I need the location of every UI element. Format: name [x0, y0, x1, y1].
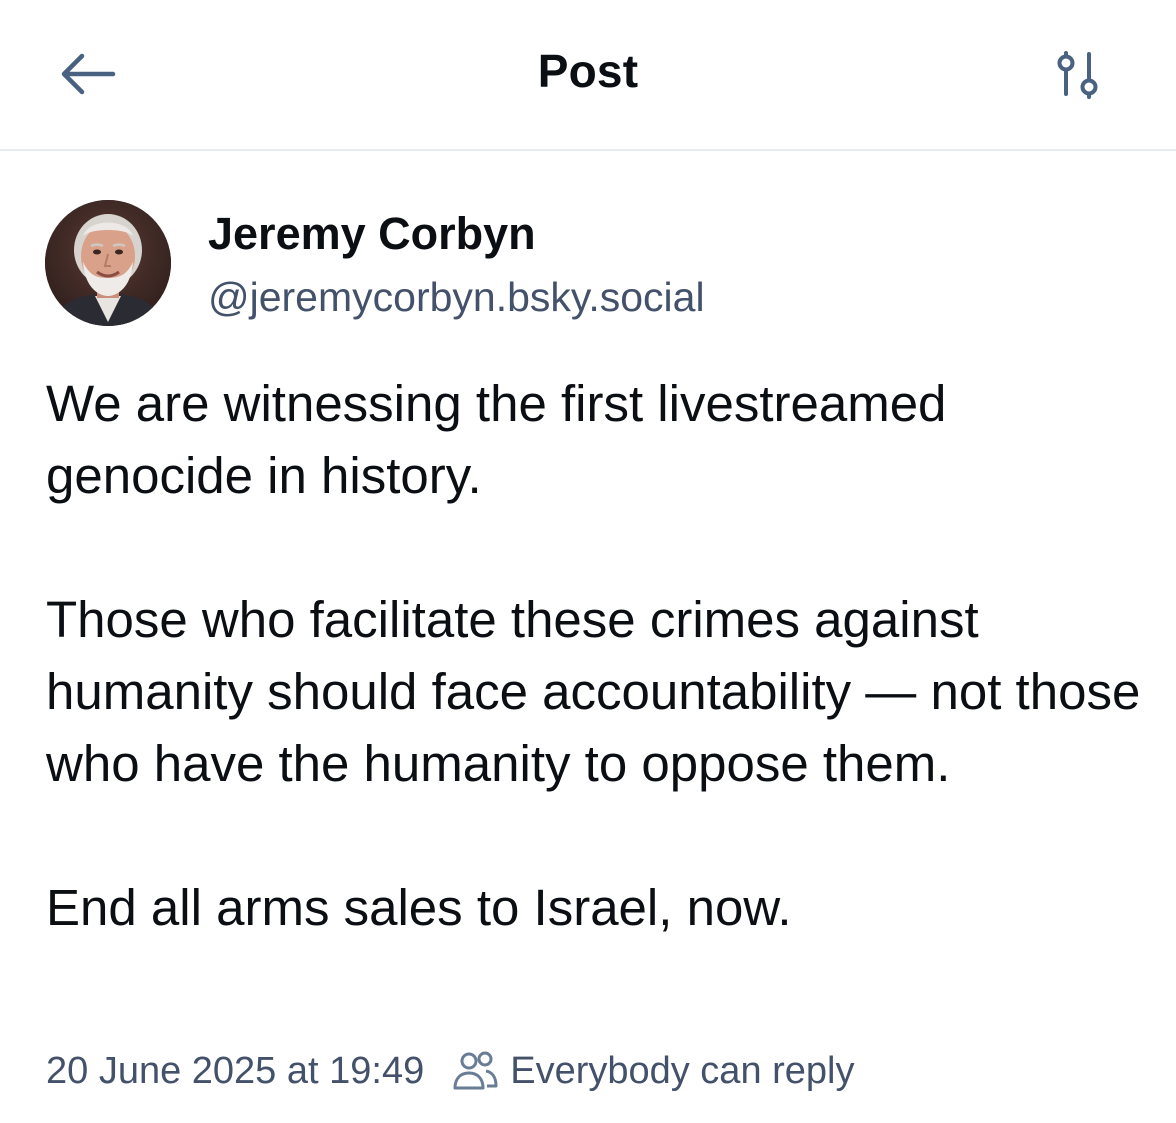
post-paragraph: Those who facilitate these crimes agains… [46, 591, 1141, 792]
author-name[interactable]: Jeremy Corbyn [208, 208, 536, 260]
page-title: Post [537, 45, 639, 97]
top-bar: Post [0, 0, 1176, 151]
post-text: We are witnessing the first livestreamed… [46, 368, 1146, 944]
post-timestamp: 20 June 2025 at 19:49 [46, 1049, 425, 1092]
people-icon [453, 1051, 498, 1090]
reply-setting-label: Everybody can reply [510, 1049, 855, 1092]
sliders-icon [1057, 51, 1098, 99]
profile-photo [45, 200, 171, 326]
post-meta: 20 June 2025 at 19:49 Everybody can repl… [46, 1045, 855, 1097]
avatar[interactable] [45, 200, 171, 326]
thread-settings-button[interactable] [1046, 44, 1110, 106]
reply-setting: Everybody can reply [452, 1049, 855, 1093]
post-paragraph: End all arms sales to Israel, now. [46, 879, 792, 936]
author-handle[interactable]: @jeremycorbyn.bsky.social [208, 274, 705, 321]
post-author: Jeremy Corbyn @jeremycorbyn.bsky.social [45, 200, 1145, 330]
post-paragraph: We are witnessing the first livestreamed… [46, 375, 947, 504]
